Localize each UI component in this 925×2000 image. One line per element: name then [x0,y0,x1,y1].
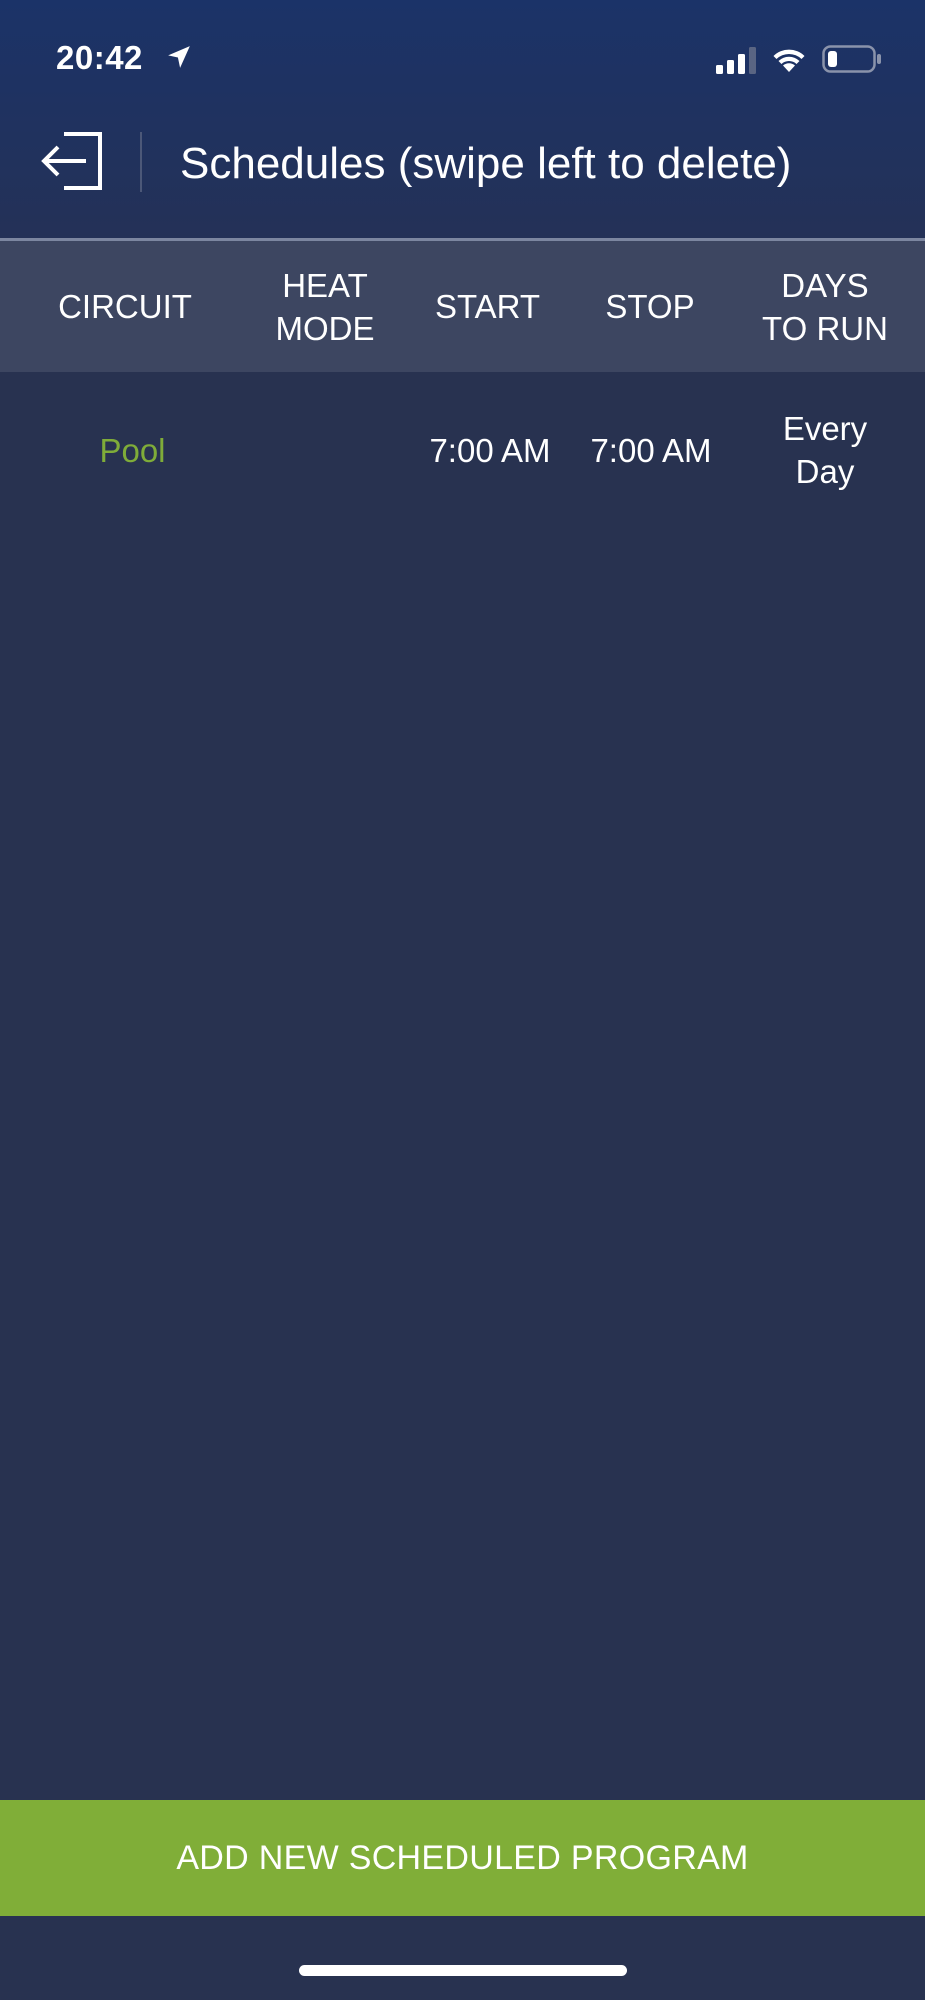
cell-days-to-run: Every Day [740,372,910,528]
column-header-stop: STOP [605,288,695,325]
column-header-start: START [434,288,541,325]
days-to-run-text: Every Day [782,410,868,490]
home-indicator[interactable] [299,1965,627,1976]
nav-divider [140,132,142,192]
status-time: 20:42 [56,39,143,76]
cell-start-time: 7:00 AM [429,431,551,469]
exit-arrow-icon[interactable] [38,128,104,194]
page-title: Schedules (swipe left to delete) [180,139,792,188]
column-header-circuit: CIRCUIT [58,288,192,325]
location-arrow-icon [168,46,190,68]
cell-stop-time: 7:00 AM [590,431,712,469]
cellular-signal-icon [716,47,756,74]
cell-circuit: Pool [99,431,166,469]
table-header: CIRCUIT HEAT MODE START STOP DAYS TO RUN [0,241,925,372]
column-header-days-to-run: DAYS TO RUN [762,266,888,347]
table-row[interactable]: Pool 7:00 AM 7:00 AM Every Day [0,372,925,528]
add-scheduled-program-button[interactable]: ADD NEW SCHEDULED PROGRAM [0,1800,925,1916]
cell-heat-mode [250,372,400,528]
wifi-icon [773,49,805,72]
top-bar: 20:42 Schedules (swipe left to delete) [0,0,925,238]
column-header-heat-mode: HEAT MODE [275,266,375,347]
battery-icon [822,45,881,73]
